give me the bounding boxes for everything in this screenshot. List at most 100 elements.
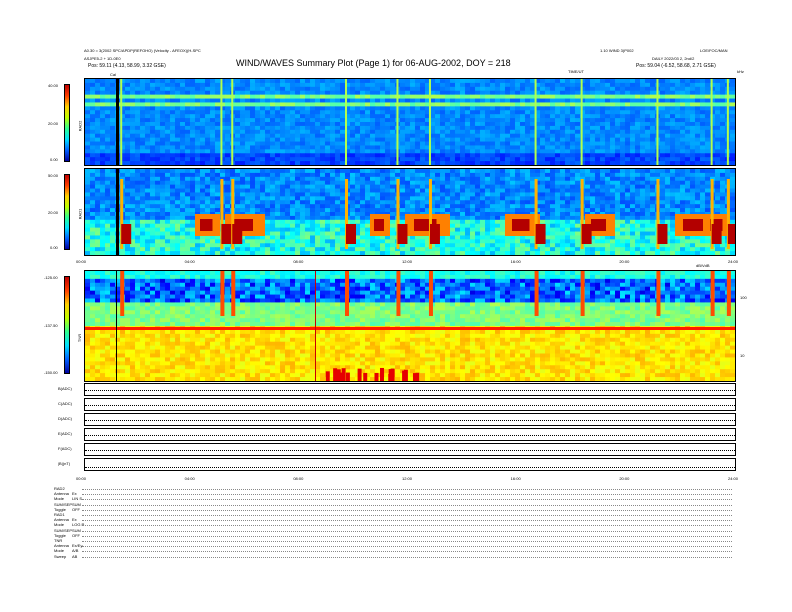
rad2-cell [310,90,316,96]
rad2-cell [350,102,356,107]
rad2-cell [125,102,131,107]
rad1-cell [165,223,171,229]
rad2-cell [630,122,636,127]
rad1-cell [340,223,346,229]
rad2-cell [465,106,471,111]
rad1-cell [170,204,176,209]
rad1-cell [90,204,96,209]
rad1-cell [185,208,191,213]
rad1-cell [280,172,286,178]
rad2-cell [615,114,621,119]
rad2-cell [590,118,596,123]
rad2-cell [400,133,406,139]
rad1-cell [505,180,511,186]
rad1-cell [570,219,576,225]
rad1-cell [495,196,501,201]
rad2-cell [465,141,471,146]
rad2-cell [595,79,601,84]
rad1-cell [615,180,621,186]
rad2-cell [225,137,231,143]
rad2-cell [150,79,156,84]
rad2-cell [310,86,316,92]
rad2-cell [160,110,166,115]
rad1-cell [585,172,591,178]
rad1-cell [660,212,666,217]
rad2-cell [135,153,141,158]
rad2-cell [720,153,726,158]
rad2-cell [100,137,106,143]
rad2-cell [435,161,441,165]
rad1-cell [370,208,376,213]
rad2-cell [630,114,636,119]
rad2-cell [340,157,346,162]
rad1-cell [325,212,331,217]
rad2-cell [650,157,656,162]
rad2-cell [605,102,611,107]
rad1-cell [565,192,571,197]
rad2-cell [140,122,146,127]
rad1-cell [490,192,496,197]
rad2-cell [700,153,706,158]
rad2-cell [360,129,366,135]
rad2-cell [525,90,531,96]
rad2-cell [330,145,336,150]
rad2-colorbar [64,84,70,162]
rad2-cell [180,79,186,84]
rad2-cell [195,79,201,84]
rad2-cell [255,79,261,84]
rad2-cell [295,122,301,127]
rad2-cell [615,94,621,100]
rad2-cell [95,102,101,107]
rad1-cell [550,204,556,209]
rad2-cell [145,129,151,135]
rad2-cell [630,86,636,92]
rad2-cell [245,145,251,150]
rad2-cell [290,106,296,111]
rad2-cell [575,110,581,115]
rad2-cell [390,79,396,84]
rad2-cell [285,125,291,131]
rad1-cell [595,172,601,178]
rad2-cell [325,90,331,96]
rad2-cell [100,110,106,115]
rad2-cell [290,98,296,103]
rad2-cell [390,133,396,139]
rad2-cell [310,79,316,84]
rad2-cell [410,86,416,92]
rad2-cell [700,161,706,165]
rad2-cell [325,125,331,131]
rad1-cell [560,219,566,225]
rad2-cell [660,82,666,88]
rad1-cell [135,204,141,209]
rad2-cell [275,86,281,92]
rad2-cell [175,90,181,96]
rad2-cell [360,114,366,119]
rad2-spectrogram[interactable] [84,78,736,166]
rad2-cell [665,98,671,103]
rad2-cell [305,79,311,84]
rad1-cell [370,176,376,182]
rad2-cell [470,110,476,115]
rad2-cell [340,137,346,143]
rad1-spectrogram[interactable] [84,168,736,256]
rad2-cell [255,133,261,139]
rad2-cell [720,137,726,143]
rad1-cell [365,172,371,178]
rad2-cell [260,129,266,135]
rad2-cell [480,94,486,100]
rad2-cell [540,129,546,135]
rad2-cell [240,102,246,107]
rad1-cell [285,200,291,205]
rad1-cell [235,180,241,186]
rad2-cell [100,79,106,84]
rad2-cell [380,118,386,123]
rad1-cell [400,212,406,217]
rad2-cell [590,114,596,119]
rad2-cell [595,82,601,88]
rad2-cell [665,106,671,111]
rad2-cell [160,98,166,103]
rad2-cell [330,157,336,162]
rad1-cell [310,192,316,197]
rad2-cell [130,82,136,88]
rad1-cell [685,192,691,197]
